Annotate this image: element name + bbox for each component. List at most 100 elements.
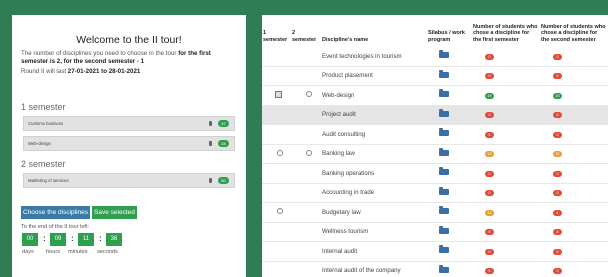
second-semester-count-badge: 0 (553, 53, 562, 60)
first-semester-count-cell: 0 (472, 261, 540, 277)
table-row: Accounting in trade 0 0 (262, 183, 608, 203)
second-semester-count-cell: 0 (540, 105, 608, 125)
student-count-badge: 37 (218, 120, 229, 127)
second-semester-count-badge: 0 (553, 268, 562, 275)
first-semester-count-cell: 0 (472, 241, 540, 262)
countdown-timer: 00 : 09 : 11 : 36 days hours minutes sec… (12, 233, 246, 263)
second-semester-count-cell: 0 (540, 66, 608, 86)
syllabus-cell (427, 163, 472, 184)
choose-disciplines-button[interactable]: Choose the disciplines (21, 206, 91, 219)
table-row: Wellness tourism 0 4 (262, 222, 608, 242)
folder-icon[interactable] (439, 147, 449, 156)
folder-icon[interactable] (439, 264, 449, 273)
select-radio[interactable] (277, 149, 283, 156)
folder-icon[interactable] (439, 108, 449, 117)
trash-icon[interactable] (209, 178, 212, 183)
semester1-select-cell (262, 222, 291, 242)
semester1-title: 1 semester (21, 102, 66, 112)
folder-icon[interactable] (439, 89, 449, 98)
second-semester-count-badge: 0 (553, 190, 562, 197)
discipline-name: Event technologies in tourism (321, 47, 427, 67)
timer-days-label: days (22, 249, 34, 255)
semester1-select-cell (262, 124, 291, 145)
folder-icon[interactable] (439, 167, 449, 176)
second-semester-count-badge: 4 (553, 209, 562, 216)
header-sem1-label: semester (263, 36, 288, 43)
chosen-discipline-name: Web-design (28, 141, 51, 146)
select-radio[interactable] (277, 208, 283, 215)
timer-separator: : (71, 234, 74, 243)
header-semester1: 1 semester (262, 15, 291, 47)
table-row: Internal audit of the company 0 0 (262, 261, 608, 277)
folder-icon[interactable] (439, 206, 449, 215)
semester2-select-cell (291, 202, 321, 223)
syllabus-cell (427, 183, 472, 203)
second-semester-count-cell: 4 (540, 222, 608, 242)
header-discipline: Discipline's name (322, 36, 369, 43)
second-semester-count-cell: 12 (540, 144, 608, 164)
timer-separator: : (43, 234, 46, 243)
first-semester-count-badge: 0 (485, 53, 494, 60)
semester2-select-cell (291, 47, 321, 67)
timer-minutes-label: minutes (68, 249, 88, 255)
second-semester-count-badge: 0 (553, 73, 562, 80)
first-semester-count-badge: 0 (485, 112, 494, 119)
syllabus-cell (427, 261, 472, 277)
semester2-select-cell (291, 85, 321, 106)
intro-prefix: The number of disciplines you need to ch… (21, 50, 179, 57)
folder-icon[interactable] (439, 186, 449, 195)
folder-icon[interactable] (439, 69, 449, 78)
second-semester-count-badge: 12 (553, 151, 562, 158)
select-radio[interactable] (306, 91, 312, 98)
second-semester-count-cell: 0 (540, 261, 608, 277)
first-semester-count-badge: 0 (485, 131, 494, 138)
folder-icon[interactable] (439, 245, 449, 254)
checked-icon[interactable] (275, 90, 282, 98)
semester2-select-cell (291, 66, 321, 86)
first-semester-count-badge: 12 (485, 151, 494, 158)
round-dates: 27-01-2021 to 28-01-2021 (67, 68, 141, 75)
table-row: Web-design 19 23 (262, 85, 608, 106)
semester2-select-cell (291, 124, 321, 145)
folder-icon[interactable] (439, 128, 449, 137)
first-semester-count-badge: 0 (485, 73, 494, 80)
table-row: Event technologies in tourism 0 0 (262, 47, 608, 67)
semester1-select-cell (262, 66, 291, 86)
first-semester-count-badge: 19 (485, 92, 494, 99)
first-semester-count-cell: 0 (472, 105, 540, 125)
semester2-select-cell (291, 105, 321, 125)
second-semester-count-cell: 0 (540, 241, 608, 262)
second-semester-count-badge: 23 (553, 92, 562, 99)
discipline-name: Budgetary law (321, 202, 427, 223)
syllabus-cell (427, 47, 472, 67)
save-selected-button[interactable]: Save selected (92, 206, 137, 219)
first-semester-count-badge: 0 (485, 268, 494, 275)
syllabus-cell (427, 105, 472, 125)
second-semester-count-badge: 0 (553, 112, 562, 119)
folder-icon[interactable] (439, 225, 449, 234)
student-count-badge: 50 (218, 177, 229, 184)
select-radio[interactable] (306, 149, 312, 156)
action-buttons: Choose the disciplines Save selected (12, 206, 246, 219)
semester2-select-cell (291, 183, 321, 203)
intro-text: The number of disciplines you need to ch… (12, 50, 246, 66)
semester2-select-cell (291, 241, 321, 262)
timer-seconds: 36 (106, 233, 122, 246)
second-semester-count-cell: 0 (540, 163, 608, 184)
header-sem2-number: 2 (292, 30, 296, 36)
trash-icon[interactable] (209, 121, 212, 126)
left-panel: Welcome to the II tour! The number of di… (12, 15, 246, 277)
folder-icon[interactable] (439, 50, 449, 59)
chosen-discipline-name: Marketing of services (28, 178, 69, 183)
syllabus-cell (427, 241, 472, 262)
second-semester-count-badge: 0 (553, 170, 562, 177)
semester2-select-cell (291, 163, 321, 184)
header-second-semester-count: Number of students who chose a disciplin… (541, 23, 606, 43)
discipline-name: Product plasement (321, 66, 427, 86)
trash-icon[interactable] (209, 141, 212, 146)
first-semester-count-cell: 0 (472, 222, 540, 242)
second-semester-count-cell: 0 (540, 47, 608, 67)
first-semester-count-cell: 0 (472, 66, 540, 86)
discipline-name: Audit consulting (321, 124, 427, 145)
first-semester-count-cell: 12 (472, 144, 540, 164)
